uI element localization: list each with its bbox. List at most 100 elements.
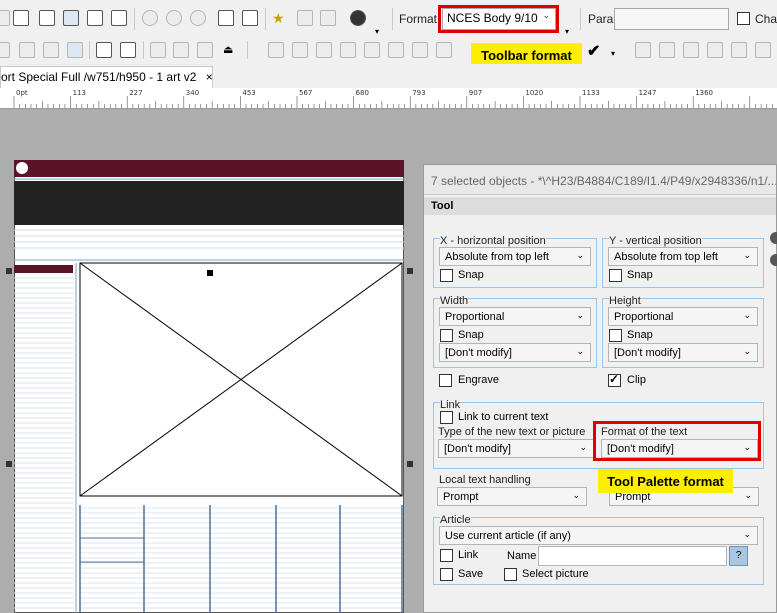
text-icon[interactable] xyxy=(63,10,79,26)
selection-handle[interactable] xyxy=(407,461,413,467)
local-text-value: Prompt xyxy=(443,491,479,503)
palette-pin-icon[interactable] xyxy=(770,232,777,244)
ruler-tick-label: 1020 xyxy=(525,89,543,97)
eyedropper-apply-icon[interactable] xyxy=(120,42,136,58)
grid-icon-4[interactable] xyxy=(340,42,356,58)
justify-icon[interactable] xyxy=(67,42,83,58)
edit-icon[interactable] xyxy=(39,10,55,26)
tool-palette-format-callout: Tool Palette format xyxy=(598,469,733,493)
local-text-select[interactable]: Prompt ⌄ xyxy=(437,487,587,506)
page-icon[interactable] xyxy=(87,10,103,26)
layout-icon[interactable] xyxy=(13,10,29,26)
align-center-icon[interactable] xyxy=(19,42,35,58)
selection-handle[interactable] xyxy=(407,268,413,274)
align-right-icon[interactable] xyxy=(43,42,59,58)
layout-icon-3[interactable] xyxy=(683,42,699,58)
check-icon[interactable]: ✔ xyxy=(587,41,600,61)
y-position-value: Absolute from top left xyxy=(614,251,718,263)
para-dropdown[interactable] xyxy=(614,8,729,30)
grid-icon-6[interactable] xyxy=(388,42,404,58)
x-position-select[interactable]: Absolute from top left ⌄ xyxy=(439,247,591,266)
link-legend: Link xyxy=(440,399,461,411)
eyedropper-icon[interactable] xyxy=(96,42,112,58)
height-snap-checkbox[interactable] xyxy=(609,329,622,342)
more-icon[interactable]: ▾ xyxy=(375,27,379,36)
horizontal-ruler: 0pt 113 227 340 453 567 680 793 907 1020 1133 1247 1… xyxy=(0,88,777,109)
y-snap-label: Snap xyxy=(627,269,653,281)
refresh-icon[interactable] xyxy=(190,10,206,26)
p-icon[interactable] xyxy=(166,10,182,26)
engrave-checkbox[interactable] xyxy=(439,374,452,387)
separator xyxy=(247,41,248,59)
first-icon[interactable] xyxy=(150,42,166,58)
save-checkbox[interactable] xyxy=(440,568,453,581)
grid-icon-2[interactable] xyxy=(292,42,308,58)
char-checkbox[interactable] xyxy=(737,12,750,25)
logo-mark xyxy=(16,162,28,174)
layout-icon-2[interactable] xyxy=(659,42,675,58)
layout-icon-6[interactable] xyxy=(755,42,771,58)
column-rules xyxy=(79,505,403,613)
more-icon[interactable]: ▾ xyxy=(611,49,615,58)
x-position-legend: X - horizontal position xyxy=(440,235,546,247)
separator xyxy=(134,8,135,30)
grid-icon-5[interactable] xyxy=(364,42,380,58)
link-current-checkbox[interactable] xyxy=(440,411,453,424)
clip-checkbox[interactable] xyxy=(608,372,621,387)
layout-icon-1[interactable] xyxy=(635,42,651,58)
back-icon[interactable] xyxy=(0,10,10,26)
star-icon[interactable]: ★ xyxy=(272,10,285,27)
chevron-down-icon: ⌄ xyxy=(744,490,752,500)
name-input[interactable] xyxy=(538,546,727,566)
separator xyxy=(265,8,266,30)
arrow-right-icon[interactable] xyxy=(320,10,336,26)
document-tab[interactable]: ort Special Full /w751/h950 - 1 art v2 × xyxy=(0,66,213,88)
grid-icon-8[interactable] xyxy=(436,42,452,58)
height-modify-select[interactable]: [Don't modify] ⌄ xyxy=(608,343,758,362)
article-link-checkbox[interactable] xyxy=(440,549,453,562)
globe-icon[interactable] xyxy=(142,10,158,26)
arrow-left-icon[interactable] xyxy=(297,10,313,26)
align-left-icon[interactable] xyxy=(0,42,10,58)
secondary-toolbar: ⏏ ✔ ▾ xyxy=(0,37,777,65)
x-snap-checkbox[interactable] xyxy=(440,269,453,282)
selection-handle[interactable] xyxy=(6,268,12,274)
chevron-down-icon: ⌄ xyxy=(743,250,751,260)
article-select[interactable]: Use current article (if any) ⌄ xyxy=(439,526,758,545)
grid-icon-1[interactable] xyxy=(268,42,284,58)
width-modify-select[interactable]: [Don't modify] ⌄ xyxy=(439,343,591,362)
ruler-tick-label: 1133 xyxy=(582,89,600,97)
skype-icon[interactable] xyxy=(350,10,366,26)
print-icon[interactable] xyxy=(111,10,127,26)
palette-close-icon[interactable] xyxy=(770,254,777,266)
grid-icon-7[interactable] xyxy=(412,42,428,58)
prev-icon[interactable] xyxy=(173,42,189,58)
y-snap-checkbox[interactable] xyxy=(609,269,622,282)
width-snap-checkbox[interactable] xyxy=(440,329,453,342)
layout-icon-5[interactable] xyxy=(731,42,747,58)
document-page[interactable] xyxy=(14,160,404,613)
eject-icon[interactable]: ⏏ xyxy=(223,43,233,56)
height-group: Height Proportional ⌄ Snap [Don't modify]… xyxy=(602,295,764,368)
unstack-icon[interactable] xyxy=(242,10,258,26)
y-position-select[interactable]: Absolute from top left ⌄ xyxy=(608,247,758,266)
layout-icon-4[interactable] xyxy=(707,42,723,58)
width-modify-value: [Don't modify] xyxy=(445,347,512,359)
grid-icon-3[interactable] xyxy=(316,42,332,58)
selection-handle[interactable] xyxy=(207,270,213,276)
select-picture-checkbox[interactable] xyxy=(504,568,517,581)
stack-icon[interactable] xyxy=(218,10,234,26)
width-select[interactable]: Proportional ⌄ xyxy=(439,307,591,326)
close-icon[interactable]: × xyxy=(206,70,212,84)
separator xyxy=(89,41,90,59)
height-select[interactable]: Proportional ⌄ xyxy=(608,307,758,326)
next-icon[interactable] xyxy=(197,42,213,58)
ruler-tick-label: 227 xyxy=(129,89,142,97)
selection-handle[interactable] xyxy=(6,461,12,467)
ruler-tick-label: 793 xyxy=(412,89,425,97)
chevron-down-icon: ⌄ xyxy=(743,346,751,356)
type-select[interactable]: [Don't modify] ⌄ xyxy=(438,439,594,458)
more-icon[interactable]: ▾ xyxy=(565,27,569,36)
main-toolbar: ★ ▾ Format NCES Body 9/10 ⌄ ▾ Para Chai xyxy=(0,0,777,38)
help-button[interactable]: ? xyxy=(729,546,748,566)
